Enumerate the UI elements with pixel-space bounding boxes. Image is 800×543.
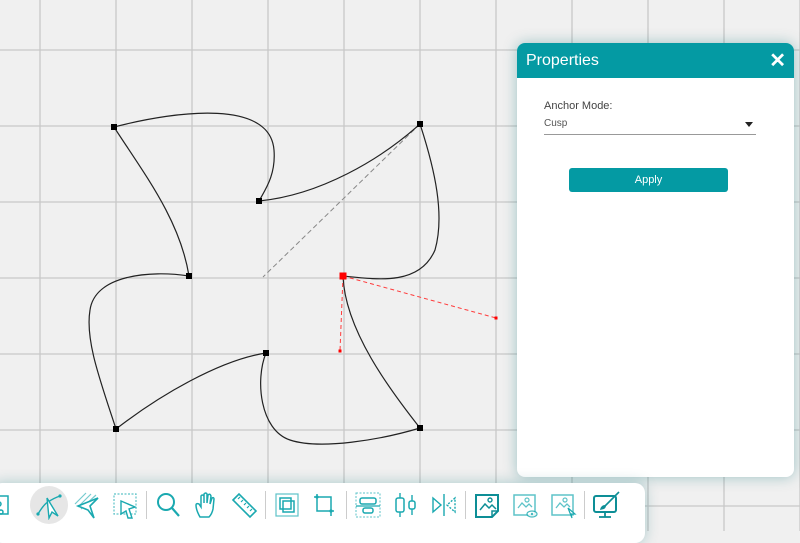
hand-icon [195, 492, 215, 518]
close-icon[interactable]: ✕ [769, 51, 786, 71]
anchor-top-right[interactable] [417, 121, 423, 127]
magnifier-icon [157, 493, 180, 517]
distribute-tool[interactable] [387, 486, 425, 524]
apply-button[interactable]: Apply [569, 168, 728, 192]
area-cursor-icon [113, 493, 137, 519]
guide-line [262, 123, 421, 278]
pan-tool[interactable] [187, 486, 225, 524]
node-edit-tool[interactable] [0, 486, 30, 524]
hatch-cursor-icon [74, 492, 99, 519]
image-page-icon [475, 494, 499, 518]
toolbar-separator [584, 491, 585, 519]
anchor-inner-top[interactable] [256, 198, 262, 204]
control-handle-down[interactable] [338, 349, 342, 353]
area-select-tool[interactable] [106, 486, 144, 524]
caret-down-icon [745, 122, 753, 127]
anchor-bottom-left[interactable] [113, 426, 119, 432]
toolbar-separator [465, 491, 466, 519]
toolbar-separator [265, 491, 266, 519]
overlap-box-icon [275, 493, 299, 517]
image-select-tool[interactable] [544, 486, 582, 524]
mirror-tool[interactable] [425, 486, 463, 524]
distribute-vertical-icon [395, 493, 416, 517]
image-eye-icon [513, 494, 538, 518]
pen-nodes-icon [36, 494, 62, 520]
anchor-inner-right[interactable] [339, 272, 347, 280]
anchor-bottom-right[interactable] [417, 425, 423, 431]
anchor-inner-left[interactable] [186, 273, 192, 279]
monitor-brush-icon [593, 491, 620, 518]
anchor-mode-label: Anchor Mode: [544, 100, 613, 112]
handle-line-down [339, 275, 344, 352]
anchor-top-left[interactable] [111, 124, 117, 130]
image-cursor-icon [551, 494, 577, 519]
anchor-mode-select[interactable]: Cusp [544, 116, 756, 135]
panel-header: Properties ✕ [517, 43, 794, 78]
anchor-mode-value: Cusp [544, 118, 568, 129]
bottom-toolbar [0, 483, 645, 543]
crop-icon [314, 494, 334, 516]
anchor-inner-bottom[interactable] [263, 350, 269, 356]
bounding-box-tool[interactable] [268, 486, 306, 524]
toolbar-separator [146, 491, 147, 519]
pen-tool[interactable] [30, 486, 68, 524]
panel-title: Properties [526, 51, 599, 69]
hatch-select-tool[interactable] [68, 486, 106, 524]
crop-tool[interactable] [306, 486, 344, 524]
paint-screen-tool[interactable] [587, 486, 625, 524]
measure-tool[interactable] [225, 486, 263, 524]
image-preview-tool[interactable] [506, 486, 544, 524]
zoom-tool[interactable] [149, 486, 187, 524]
properties-panel: Properties ✕ Anchor Mode: Cusp Apply [517, 43, 794, 477]
align-horizontal-icon [355, 492, 381, 518]
control-handle-right[interactable] [494, 316, 498, 320]
image-edit-tool[interactable] [468, 486, 506, 524]
ruler-icon [231, 492, 258, 519]
align-center-tool[interactable] [349, 486, 387, 524]
toolbar-separator [346, 491, 347, 519]
mirror-icon [432, 494, 456, 516]
node-box-icon [0, 495, 9, 515]
